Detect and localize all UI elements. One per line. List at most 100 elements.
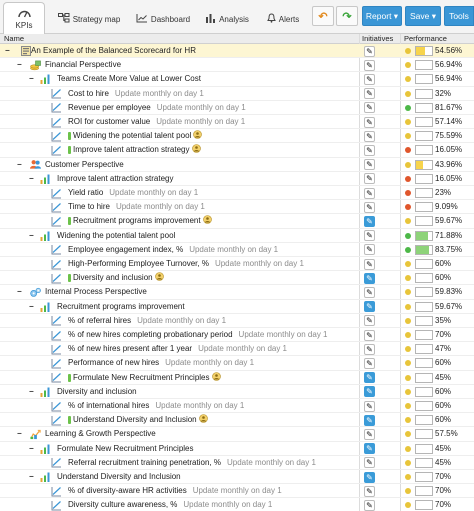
perspective-name[interactable]: Internal Process Perspective xyxy=(45,285,147,299)
kpi-row[interactable]: % of diversity-aware HR activities Update… xyxy=(0,484,474,499)
column-header-performance[interactable]: Performance xyxy=(404,34,447,44)
kpi-name[interactable]: % of new hires present after 1 year Updat… xyxy=(68,342,287,356)
initiatives-button[interactable]: ✎ xyxy=(364,471,375,483)
perspective-name[interactable]: Customer Perspective xyxy=(45,158,124,172)
edit-button[interactable]: ✎ xyxy=(364,343,375,355)
scorecard-name[interactable]: An Example of the Balanced Scorecard for… xyxy=(31,44,196,58)
kpi-row[interactable]: % of new hires present after 1 year Updat… xyxy=(0,342,474,357)
objective-row[interactable]: − Improve talent attraction strategy ✎ 16.0… xyxy=(0,172,474,186)
edit-button[interactable]: ✎ xyxy=(364,159,375,171)
kpi-name[interactable]: % of new hires completing probationary p… xyxy=(68,328,328,342)
initiative-row[interactable]: Widening the potential talent pool ✎ 75.59… xyxy=(0,129,474,144)
initiative-row[interactable]: Recruitment programs improvement ✎ 59.67% xyxy=(0,214,474,229)
kpi-row[interactable]: Time to hire Update monthly on day 1 ✎ 9.09… xyxy=(0,200,474,215)
perspective-row[interactable]: − Internal Process Perspective ✎ 59.83% xyxy=(0,285,474,300)
kpi-name[interactable]: % of international hires Update monthly o… xyxy=(68,399,244,413)
kpi-row[interactable]: % of new hires completing probationary p… xyxy=(0,328,474,343)
edit-button[interactable]: ✎ xyxy=(364,258,375,270)
edit-button[interactable]: ✎ xyxy=(364,499,375,511)
column-header-initiatives[interactable]: Initiatives xyxy=(362,34,393,44)
collapse-toggle-icon[interactable]: − xyxy=(17,61,22,69)
initiative-row[interactable]: Formulate New Recruitment Principles ✎ 45% xyxy=(0,371,474,385)
initiative-name[interactable]: Understand Diversity and Inclusion xyxy=(73,413,208,428)
kpi-row[interactable]: ROI for customer value Update monthly on … xyxy=(0,115,474,130)
collapse-toggle-icon[interactable]: − xyxy=(29,302,34,311)
objective-row[interactable]: − Widening the potential talent pool ✎ 71.8… xyxy=(0,229,474,243)
edit-button[interactable]: ✎ xyxy=(364,59,375,71)
initiatives-button[interactable]: ✎ xyxy=(364,443,375,455)
edit-button[interactable]: ✎ xyxy=(364,400,375,412)
initiative-name[interactable]: Formulate New Recruitment Principles xyxy=(73,371,221,386)
perspective-name[interactable]: Learning & Growth Perspective xyxy=(45,427,156,441)
objective-name[interactable]: Understand Diversity and Inclusion xyxy=(57,470,181,484)
tab-strategy-map[interactable]: Strategy map xyxy=(55,3,123,34)
initiative-name[interactable]: Recruitment programs improvement xyxy=(73,214,212,229)
collapse-toggle-icon[interactable]: − xyxy=(29,387,34,396)
objective-name[interactable]: Improve talent attraction strategy xyxy=(57,172,174,186)
objective-name[interactable]: Formulate New Recruitment Principles xyxy=(57,442,194,456)
kpi-name[interactable]: High-Performing Employee Turnover, % Upda… xyxy=(68,257,304,271)
kpi-name[interactable]: % of referral hires Update monthly on day… xyxy=(68,314,226,328)
collapse-toggle-icon[interactable]: − xyxy=(29,473,34,481)
kpi-name[interactable]: % of diversity-aware HR activities Update… xyxy=(68,484,282,498)
perspective-row[interactable]: − Financial Perspective ✎ 56.94% xyxy=(0,58,474,73)
edit-button[interactable]: ✎ xyxy=(364,315,375,327)
undo-button[interactable]: ↶ xyxy=(312,6,334,26)
tab-alerts[interactable]: Alerts xyxy=(262,3,304,34)
initiative-row[interactable]: Improve talent attraction strategy ✎ 16.05… xyxy=(0,143,474,158)
edit-button[interactable]: ✎ xyxy=(364,45,375,57)
kpi-name[interactable]: Cost to hire Update monthly on day 1 xyxy=(68,87,204,101)
initiative-name[interactable]: Improve talent attraction strategy xyxy=(73,143,201,158)
kpi-row[interactable]: Yield ratio Update monthly on day 1 ✎ 23% xyxy=(0,186,474,201)
edit-button[interactable]: ✎ xyxy=(364,329,375,341)
kpi-name[interactable]: Employee engagement index, % Update month… xyxy=(68,243,278,257)
initiatives-button[interactable]: ✎ xyxy=(364,272,375,284)
edit-button[interactable]: ✎ xyxy=(364,173,375,185)
edit-button[interactable]: ✎ xyxy=(364,201,375,213)
kpi-name[interactable]: Revenue per employee Update monthly on da… xyxy=(68,101,246,115)
kpi-name[interactable]: Diversity culture awareness, % Update mon… xyxy=(68,498,272,511)
collapse-toggle-icon[interactable]: − xyxy=(29,231,34,240)
edit-button[interactable]: ✎ xyxy=(364,88,375,100)
kpi-row[interactable]: High-Performing Employee Turnover, % Upda… xyxy=(0,257,474,272)
edit-button[interactable]: ✎ xyxy=(364,144,375,156)
kpi-row[interactable]: Diversity culture awareness, % Update mon… xyxy=(0,498,474,511)
kpi-name[interactable]: Performance of new hires Update monthly o… xyxy=(68,356,254,370)
collapse-toggle-icon[interactable]: − xyxy=(17,430,22,438)
objective-name[interactable]: Teams Create More Value at Lower Cost xyxy=(57,72,201,86)
edit-button[interactable]: ✎ xyxy=(364,357,375,369)
initiatives-button[interactable]: ✎ xyxy=(364,301,375,313)
kpi-row[interactable]: % of referral hires Update monthly on day… xyxy=(0,314,474,328)
perspective-name[interactable]: Financial Perspective xyxy=(45,58,121,72)
initiatives-button[interactable]: ✎ xyxy=(364,386,375,398)
kpi-row[interactable]: Employee engagement index, % Update month… xyxy=(0,243,474,257)
initiative-name[interactable]: Widening the potential talent pool xyxy=(73,129,203,144)
kpi-row[interactable]: Performance of new hires Update monthly o… xyxy=(0,356,474,371)
kpi-row[interactable]: Referral recruitment training penetratio… xyxy=(0,456,474,470)
initiative-row[interactable]: Diversity and inclusion ✎ 60% xyxy=(0,271,474,286)
kpi-name[interactable]: Yield ratio Update monthly on day 1 xyxy=(68,186,198,200)
kpi-row[interactable]: % of international hires Update monthly o… xyxy=(0,399,474,414)
edit-button[interactable]: ✎ xyxy=(364,130,375,142)
tab-kpis[interactable]: KPIs xyxy=(3,2,45,35)
tools-button[interactable]: Tools xyxy=(444,6,474,26)
edit-button[interactable]: ✎ xyxy=(364,116,375,128)
collapse-toggle-icon[interactable]: − xyxy=(29,174,34,183)
objective-row[interactable]: − Formulate New Recruitment Principles ✎ 45… xyxy=(0,442,474,456)
kpi-row[interactable]: Revenue per employee Update monthly on da… xyxy=(0,101,474,115)
edit-button[interactable]: ✎ xyxy=(364,286,375,298)
kpi-row[interactable]: Cost to hire Update monthly on day 1 ✎ 32% xyxy=(0,87,474,101)
initiatives-button[interactable]: ✎ xyxy=(364,372,375,384)
kpi-name[interactable]: Referral recruitment training penetratio… xyxy=(68,456,316,470)
objective-name[interactable]: Widening the potential talent pool xyxy=(57,229,175,243)
report-button[interactable]: Report ▾ xyxy=(362,6,402,26)
scorecard-row[interactable]: − An Example of the Balanced Scorecard fo… xyxy=(0,44,474,59)
initiative-row[interactable]: Understand Diversity and Inclusion ✎ 60% xyxy=(0,413,474,428)
objective-row[interactable]: − Recruitment programs improvement ✎ 59.67% xyxy=(0,300,474,314)
edit-button[interactable]: ✎ xyxy=(364,102,375,114)
edit-button[interactable]: ✎ xyxy=(364,73,375,85)
tab-analysis[interactable]: Analysis xyxy=(200,3,254,34)
objective-name[interactable]: Diversity and inclusion xyxy=(57,385,137,399)
redo-button[interactable]: ↷ xyxy=(336,6,358,26)
kpi-name[interactable]: Time to hire Update monthly on day 1 xyxy=(68,200,205,214)
